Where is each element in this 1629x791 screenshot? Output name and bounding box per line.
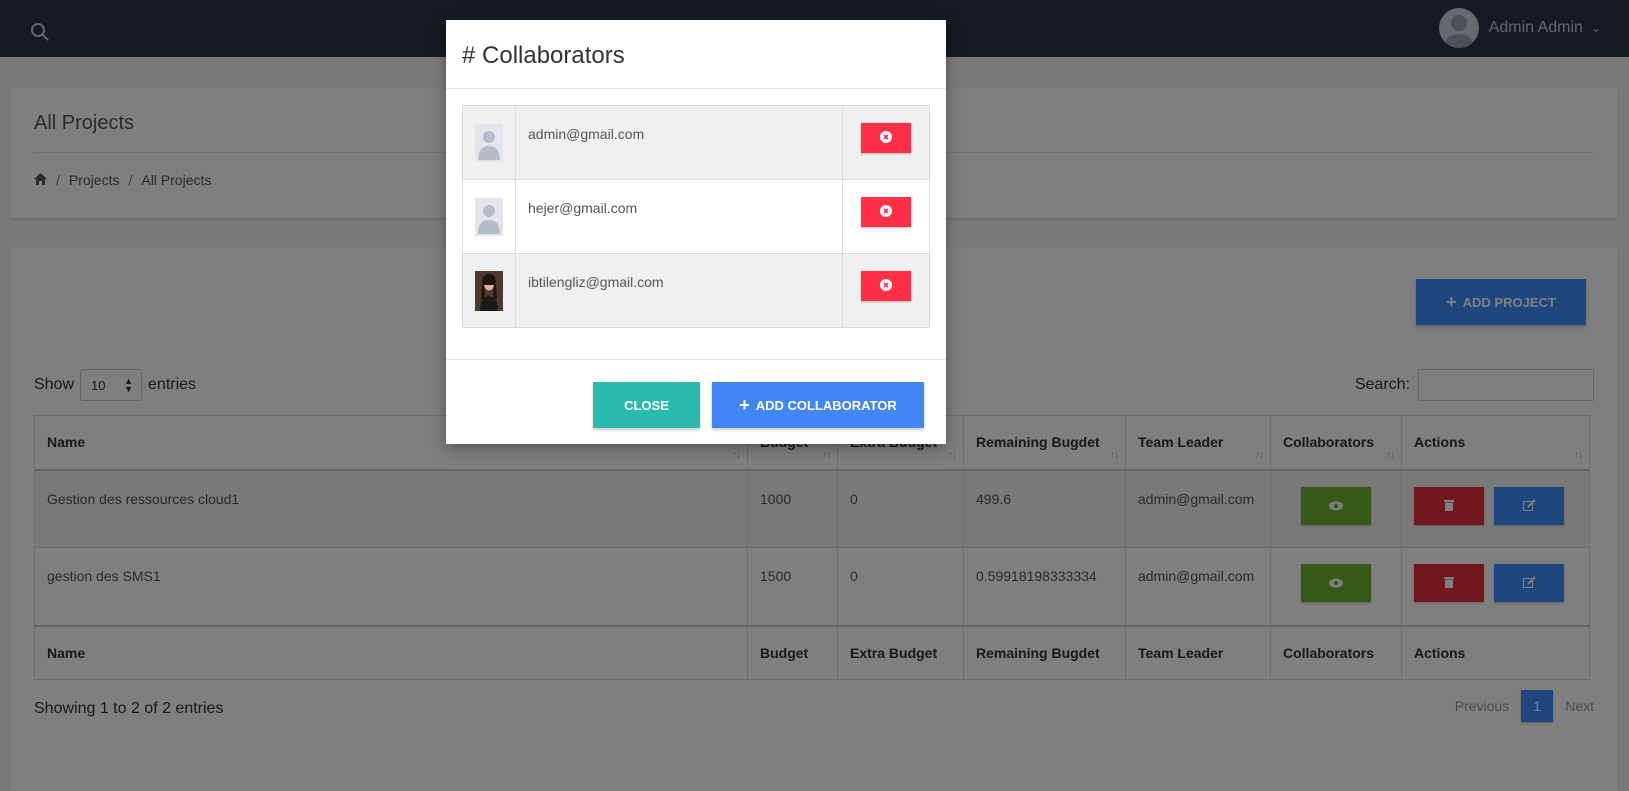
modal-header-divider <box>446 88 946 89</box>
remove-collaborator-button[interactable] <box>861 123 911 153</box>
collaborators-modal: # Collaborators admin@gmail.com hejer@gm… <box>446 20 946 444</box>
user-photo-avatar <box>475 270 503 311</box>
remove-collaborator-button[interactable] <box>861 197 911 227</box>
close-circle-icon <box>880 130 892 146</box>
collaborators-table: admin@gmail.com hejer@gmail.com ibtileng… <box>462 105 930 328</box>
placeholder-avatar-icon <box>475 197 503 236</box>
remove-cell <box>842 179 930 254</box>
collaborator-row: admin@gmail.com <box>462 105 930 180</box>
remove-cell <box>842 253 930 328</box>
close-button[interactable]: CLOSE <box>593 382 700 428</box>
remove-collaborator-button[interactable] <box>861 271 911 301</box>
collaborator-row: ibtilengliz@gmail.com <box>462 253 930 328</box>
collaborator-row: hejer@gmail.com <box>462 179 930 254</box>
collaborator-email: admin@gmail.com <box>515 105 843 180</box>
avatar-cell <box>462 253 516 328</box>
remove-cell <box>842 105 930 180</box>
plus-icon: + <box>739 395 750 415</box>
avatar-cell <box>462 179 516 254</box>
modal-footer-divider <box>446 359 946 360</box>
modal-title: # Collaborators <box>462 42 625 69</box>
add-collaborator-button[interactable]: + ADD COLLABORATOR <box>712 382 924 428</box>
close-circle-icon <box>880 278 892 294</box>
placeholder-avatar-icon <box>475 123 503 162</box>
avatar-cell <box>462 105 516 180</box>
add-collaborator-label: ADD COLLABORATOR <box>755 397 897 413</box>
collaborator-email: hejer@gmail.com <box>515 179 843 254</box>
collaborator-email: ibtilengliz@gmail.com <box>515 253 843 328</box>
close-circle-icon <box>880 204 892 220</box>
